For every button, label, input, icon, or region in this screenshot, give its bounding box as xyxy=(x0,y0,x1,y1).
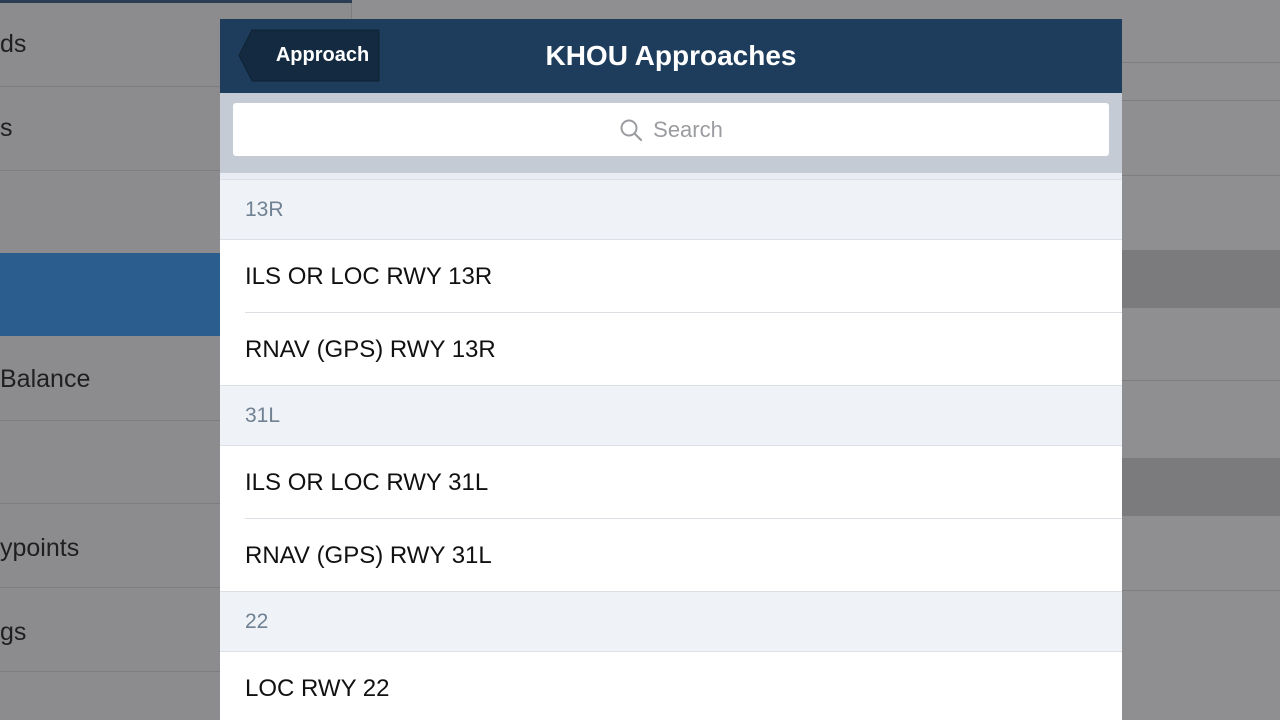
approaches-list: 13R ILS OR LOC RWY 13R RNAV (GPS) RWY 13… xyxy=(220,173,1122,720)
section-header-label: 31L xyxy=(245,404,281,427)
background-divider xyxy=(1122,175,1280,176)
section-header-22: 22 xyxy=(220,592,1122,652)
background-band xyxy=(1122,250,1280,308)
section-header-label: 13R xyxy=(245,198,284,221)
background-divider xyxy=(1122,590,1280,591)
search-field[interactable]: Search xyxy=(233,103,1109,156)
section-header-31l: 31L xyxy=(220,386,1122,446)
background-divider xyxy=(1122,62,1280,63)
back-button[interactable]: Approach xyxy=(238,29,380,82)
approach-row[interactable]: RNAV (GPS) RWY 31L xyxy=(220,519,1122,592)
background-sidebar-label: ds xyxy=(0,30,27,58)
approach-row[interactable]: LOC RWY 22 xyxy=(220,652,1122,720)
approach-label: RNAV (GPS) RWY 31L xyxy=(245,542,492,569)
background-sidebar-item-selected xyxy=(0,253,220,336)
navigation-bar: Approach KHOU Approaches xyxy=(220,19,1122,93)
approach-label: LOC RWY 22 xyxy=(245,675,390,702)
approach-label: ILS OR LOC RWY 13R xyxy=(245,263,493,290)
background-sidebar-label: gs xyxy=(0,618,27,646)
approaches-modal: Approach KHOU Approaches Search 13R ILS … xyxy=(220,19,1122,720)
approach-label: ILS OR LOC RWY 31L xyxy=(245,469,489,496)
approach-row[interactable]: ILS OR LOC RWY 13R xyxy=(220,240,1122,313)
list-top-strip xyxy=(220,173,1122,180)
background-divider xyxy=(1122,380,1280,381)
section-header-label: 22 xyxy=(245,610,269,633)
background-band xyxy=(1122,458,1280,516)
background-sidebar-label: ypoints xyxy=(0,534,80,562)
back-button-label: Approach xyxy=(275,44,370,66)
approach-label: RNAV (GPS) RWY 13R xyxy=(245,336,496,363)
section-header-13r: 13R xyxy=(220,180,1122,240)
background-divider xyxy=(1122,100,1280,101)
approach-row[interactable]: RNAV (GPS) RWY 13R xyxy=(220,313,1122,386)
search-bar: Search xyxy=(220,93,1122,173)
background-sidebar-label: s xyxy=(0,114,13,142)
approach-row[interactable]: ILS OR LOC RWY 31L xyxy=(220,446,1122,519)
background-sidebar-label: Balance xyxy=(0,365,91,393)
